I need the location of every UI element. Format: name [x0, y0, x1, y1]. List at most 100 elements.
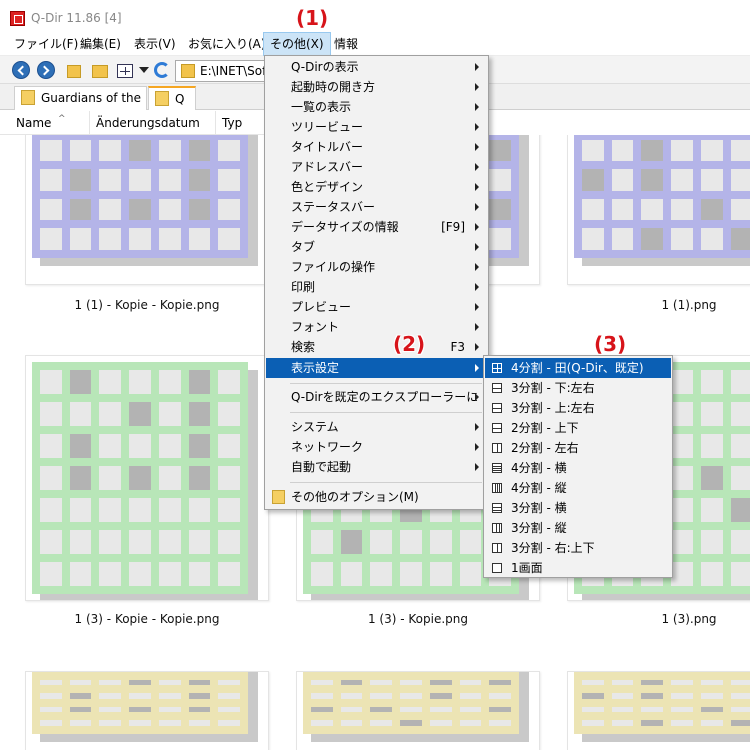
menu-item-qdir-display[interactable]: Q-Dirの表示 — [266, 57, 487, 77]
display-settings-submenu: 4分割 - 田(Q-Dir、既定) 3分割 - 下:左右 3分割 - 上:左右 … — [483, 355, 673, 578]
pattern-cell — [218, 228, 240, 250]
layout-option-3-cols[interactable]: 3分割 - 縦 — [485, 518, 671, 538]
back-icon[interactable] — [12, 61, 30, 79]
menu-item-system[interactable]: システム — [266, 417, 487, 437]
menu-item-color-design[interactable]: 色とデザイン — [266, 177, 487, 197]
layout-option-3-right-tb[interactable]: 3分割 - 右:上下 — [485, 538, 671, 558]
thumbnail[interactable] — [567, 671, 750, 750]
submenu-arrow-icon — [475, 343, 479, 351]
column-name[interactable]: ^ Name — [10, 111, 90, 135]
tab-q[interactable]: Q — [148, 86, 196, 110]
pattern-cell — [340, 720, 363, 726]
menu-item-tree-view[interactable]: ツリービュー — [266, 117, 487, 137]
pattern-cell — [611, 198, 634, 221]
menu-item-display-settings[interactable]: 表示設定 — [266, 358, 487, 378]
submenu-arrow-icon — [475, 123, 479, 131]
submenu-arrow-icon — [475, 63, 479, 71]
thumbnail-image — [574, 671, 750, 734]
file-caption[interactable]: 1 (1).png — [569, 298, 750, 312]
menu-separator — [290, 482, 482, 483]
menu-item-other-options[interactable]: その他のオプション(M) — [266, 487, 487, 507]
file-caption[interactable]: 1 (3).png — [569, 612, 750, 626]
file-caption[interactable]: 1 (3) - Kopie.png — [298, 612, 538, 626]
new-folder-icon[interactable] — [92, 65, 108, 78]
single-pane-icon — [492, 563, 502, 573]
menu-other[interactable]: その他(X) — [263, 32, 331, 56]
pattern-cell — [460, 671, 482, 672]
view-grid-icon[interactable] — [117, 64, 133, 78]
layout-option-3-top-lr[interactable]: 3分割 - 上:左右 — [485, 398, 671, 418]
layout-option-4-quad[interactable]: 4分割 - 田(Q-Dir、既定) — [485, 358, 671, 378]
pattern-cell — [582, 671, 604, 672]
menu-item-auto-start[interactable]: 自動で起動 — [266, 457, 487, 477]
menu-favorites[interactable]: お気に入り(A) — [182, 32, 272, 56]
pattern-cell — [40, 562, 62, 586]
menu-view[interactable]: 表示(V) — [128, 32, 182, 56]
pattern-cell — [671, 706, 693, 713]
menu-file[interactable]: ファイル(F) — [8, 32, 84, 56]
menu-item-startup[interactable]: 起動時の開き方 — [266, 77, 487, 97]
pattern-cell — [340, 693, 363, 699]
pattern-cell — [40, 466, 62, 490]
layout-option-4-cols[interactable]: 4分割 - 縦 — [485, 478, 671, 498]
thumbnail[interactable] — [25, 671, 269, 750]
pattern-cell — [611, 679, 634, 686]
tab-guardians[interactable]: Guardians of the ... — [14, 86, 147, 110]
menu-edit[interactable]: 編集(E) — [74, 32, 127, 56]
q-dir-app-icon — [10, 11, 25, 26]
menu-item-font[interactable]: フォント — [266, 317, 487, 337]
menu-item-data-size[interactable]: データサイズの情報 [F9] — [266, 217, 487, 237]
pattern-cell — [99, 434, 122, 458]
address-bar[interactable]: E:\INET\Soft — [175, 60, 270, 82]
thumbnail[interactable] — [567, 135, 750, 285]
menu-item-list-view[interactable]: 一覧の表示 — [266, 97, 487, 117]
file-caption[interactable]: 1 (1) - Kopie - Kopie.png — [27, 298, 267, 312]
layout-option-single[interactable]: 1画面 — [485, 558, 671, 578]
menu-item-print[interactable]: 印刷 — [266, 277, 487, 297]
pattern-cell — [489, 706, 511, 713]
pattern-cell — [69, 498, 92, 522]
pattern-cell — [99, 671, 121, 672]
forward-icon[interactable] — [37, 61, 55, 79]
menu-item-network[interactable]: ネットワーク — [266, 437, 487, 457]
pattern-cell — [188, 198, 211, 221]
menu-info[interactable]: 情報 — [328, 32, 364, 56]
thumbnail[interactable] — [296, 671, 540, 750]
pattern-cell — [582, 139, 604, 162]
menu-item-tabs[interactable]: タブ — [266, 237, 487, 257]
column-date[interactable]: Änderungsdatum — [90, 111, 216, 135]
address-text: E:\INET\Soft — [200, 64, 270, 78]
three-pane-icon — [492, 383, 502, 393]
pattern-cell — [188, 370, 211, 394]
menu-item-preview[interactable]: プレビュー — [266, 297, 487, 317]
layout-option-2-tb[interactable]: 2分割 - 上下 — [485, 418, 671, 438]
pattern-cell — [340, 679, 363, 686]
submenu-arrow-icon — [475, 283, 479, 291]
layout-option-2-lr[interactable]: 2分割 - 左右 — [485, 438, 671, 458]
layout-option-3-bottom-lr[interactable]: 3分割 - 下:左右 — [485, 378, 671, 398]
pattern-cell — [99, 198, 122, 221]
refresh-icon[interactable] — [154, 62, 170, 78]
column-type[interactable]: Typ — [216, 111, 265, 135]
menu-item-search[interactable]: 検索 F3 — [266, 337, 487, 357]
menu-item-title-bar[interactable]: タイトルバー — [266, 137, 487, 157]
pattern-cell — [188, 498, 211, 522]
pattern-cell — [582, 169, 604, 191]
file-caption[interactable]: 1 (3) - Kopie - Kopie.png — [27, 612, 267, 626]
pattern-cell — [129, 169, 151, 191]
layout-option-4-rows[interactable]: 4分割 - 横 — [485, 458, 671, 478]
layout-option-3-rows[interactable]: 3分割 - 横 — [485, 498, 671, 518]
chevron-down-icon[interactable] — [139, 67, 149, 73]
thumbnail[interactable] — [25, 355, 269, 601]
menu-item-status-bar[interactable]: ステータスバー — [266, 197, 487, 217]
pattern-cell — [311, 720, 333, 726]
folder-up-icon[interactable] — [67, 65, 81, 78]
pattern-cell — [700, 466, 723, 490]
pattern-cell — [99, 530, 122, 554]
submenu-arrow-icon — [475, 303, 479, 311]
submenu-arrow-icon — [475, 423, 479, 431]
menu-item-file-ops[interactable]: ファイルの操作 — [266, 257, 487, 277]
thumbnail[interactable] — [25, 135, 269, 285]
menu-item-address-bar[interactable]: アドレスバー — [266, 157, 487, 177]
menu-item-default-explorer[interactable]: Q-Dirを既定のエクスプローラーに — [266, 387, 487, 407]
